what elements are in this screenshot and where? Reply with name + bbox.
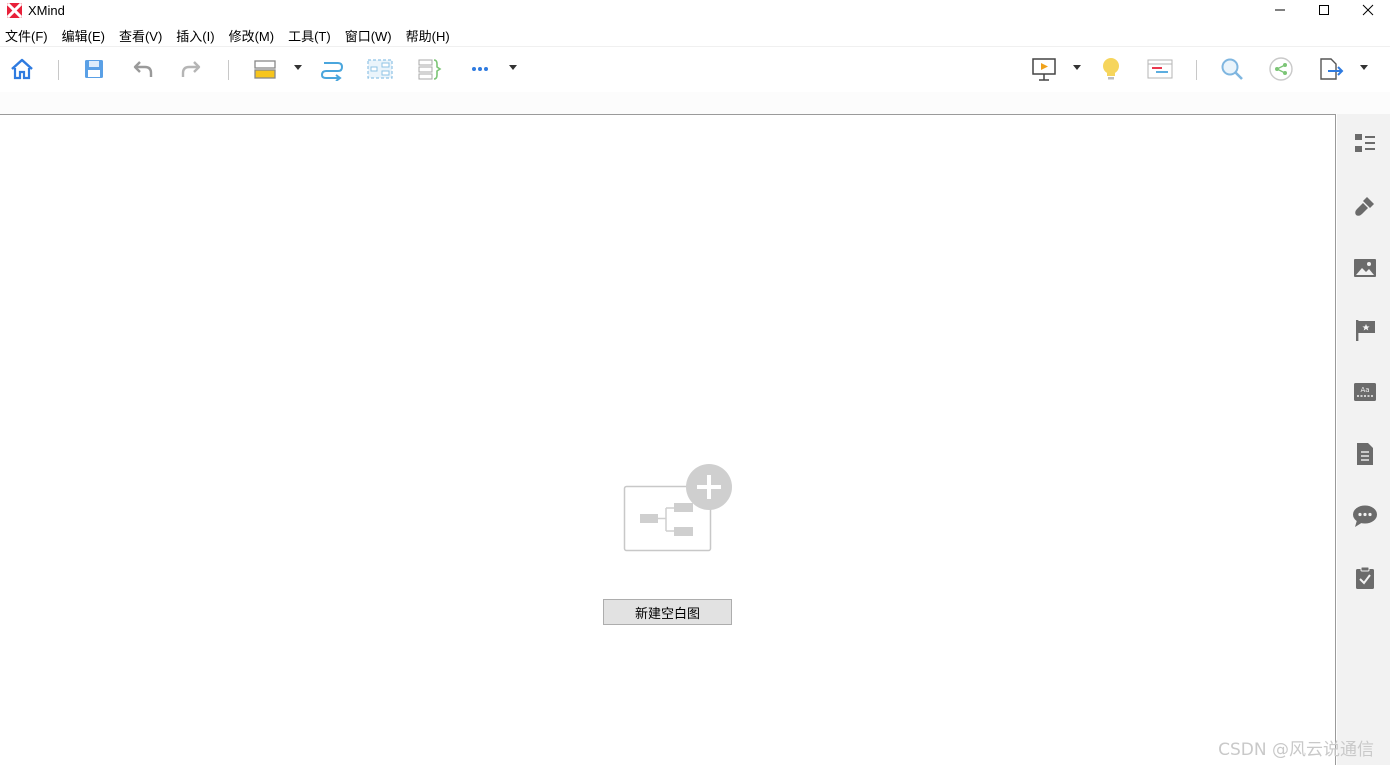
idea-button[interactable] — [1096, 54, 1126, 84]
close-button[interactable] — [1346, 0, 1390, 20]
share-button[interactable] — [1266, 54, 1296, 84]
topic-icon — [254, 60, 276, 79]
gantt-button[interactable] — [1145, 54, 1175, 84]
redo-icon — [181, 61, 201, 77]
export-icon — [1320, 58, 1344, 80]
xmind-logo-icon — [7, 2, 22, 18]
task-icon — [1356, 566, 1374, 589]
summary-icon — [418, 59, 442, 80]
menu-file[interactable]: 文件(F) — [5, 26, 55, 45]
image-icon — [1354, 259, 1376, 277]
menu-tools[interactable]: 工具(T) — [288, 26, 338, 45]
undo-button[interactable] — [128, 54, 158, 84]
text-format-panel-button[interactable]: Aa — [1352, 379, 1378, 405]
save-icon — [85, 60, 103, 78]
side-panel: Aa — [1337, 114, 1390, 765]
topic-dropdown-caret[interactable] — [294, 65, 302, 70]
new-map-illustration-icon — [623, 464, 732, 552]
text-format-icon: Aa — [1354, 383, 1376, 401]
summary-button[interactable] — [414, 54, 444, 84]
window-title: XMind — [28, 2, 65, 18]
toolbar-separator — [1196, 60, 1197, 80]
presentation-button[interactable] — [1029, 54, 1059, 84]
relationship-button[interactable] — [317, 54, 347, 84]
comments-icon — [1353, 505, 1377, 527]
comments-panel-button[interactable] — [1352, 503, 1378, 529]
more-button[interactable] — [465, 54, 495, 84]
editor-workspace — [0, 114, 1336, 765]
presentation-icon — [1032, 58, 1056, 81]
minimize-button[interactable] — [1258, 0, 1302, 20]
home-icon — [11, 58, 33, 80]
marker-panel-button[interactable] — [1352, 317, 1378, 343]
notes-icon — [1357, 443, 1373, 465]
toolbar — [0, 46, 1390, 92]
gantt-icon — [1147, 59, 1173, 79]
share-icon — [1269, 57, 1293, 81]
toolbar-separator — [58, 60, 59, 80]
minimize-icon — [1275, 9, 1285, 11]
more-dropdown-caret[interactable] — [509, 65, 517, 70]
boundary-button[interactable] — [365, 54, 395, 84]
redo-button[interactable] — [176, 54, 206, 84]
presentation-dropdown-caret[interactable] — [1073, 65, 1081, 70]
toolbar-spacer — [0, 92, 1390, 114]
more-icon — [472, 67, 488, 71]
menu-bar: 文件(F) 编辑(E) 查看(V) 插入(I) 修改(M) 工具(T) 窗口(W… — [0, 24, 464, 46]
notes-panel-button[interactable] — [1352, 441, 1378, 467]
image-panel-button[interactable] — [1352, 255, 1378, 281]
save-button[interactable] — [79, 54, 109, 84]
maximize-button[interactable] — [1302, 0, 1346, 20]
watermark-text: CSDN @风云说通信 — [1218, 740, 1374, 760]
new-blank-map-button[interactable]: 新建空白图 — [603, 599, 732, 625]
menu-insert[interactable]: 插入(I) — [176, 26, 221, 45]
format-panel-button[interactable] — [1352, 193, 1378, 219]
menu-modify[interactable]: 修改(M) — [229, 26, 282, 45]
close-icon — [1362, 4, 1374, 16]
toolbar-separator — [228, 60, 229, 80]
relationship-icon — [320, 62, 344, 81]
menu-help[interactable]: 帮助(H) — [406, 26, 457, 45]
search-icon — [1221, 58, 1243, 80]
undo-icon — [133, 61, 153, 77]
boundary-icon — [367, 59, 393, 79]
svg-text:Aa: Aa — [1360, 386, 1369, 394]
outline-icon — [1355, 134, 1375, 152]
menu-view[interactable]: 查看(V) — [119, 26, 169, 45]
export-dropdown-caret[interactable] — [1360, 65, 1368, 70]
menu-window[interactable]: 窗口(W) — [345, 26, 399, 45]
lightbulb-icon — [1103, 58, 1119, 80]
export-button[interactable] — [1316, 54, 1346, 84]
title-bar: XMind — [0, 0, 1390, 20]
format-brush-icon — [1355, 197, 1374, 216]
maximize-icon — [1319, 5, 1329, 15]
search-button[interactable] — [1217, 54, 1247, 84]
home-button[interactable] — [7, 54, 37, 84]
task-panel-button[interactable] — [1352, 565, 1378, 591]
marker-flag-icon — [1356, 320, 1375, 341]
outline-panel-button[interactable] — [1352, 130, 1378, 156]
window-controls — [1258, 0, 1390, 20]
insert-topic-button[interactable] — [250, 54, 280, 84]
menu-edit[interactable]: 编辑(E) — [62, 26, 112, 45]
